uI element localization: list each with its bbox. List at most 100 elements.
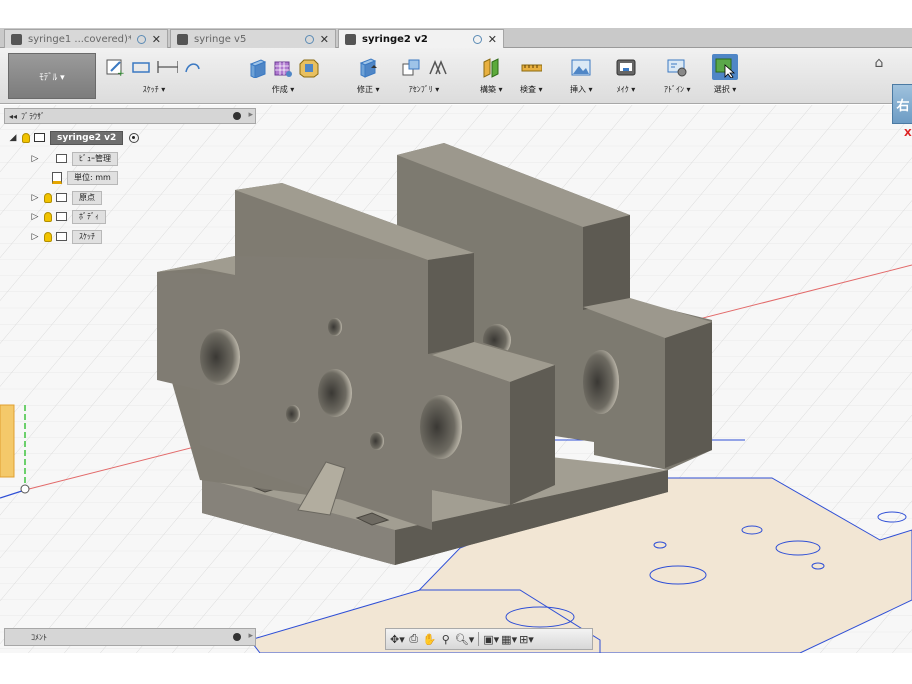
close-icon[interactable]: ✕: [320, 33, 329, 46]
screw-hole[interactable]: [286, 405, 300, 423]
pin-icon[interactable]: [233, 112, 241, 120]
make-group[interactable]: ﾒｲｸ ▾: [615, 52, 637, 95]
grid-icon[interactable]: ▦▾: [501, 631, 517, 647]
extrude-icon[interactable]: [246, 56, 268, 78]
panel-resize-icon[interactable]: ▸: [248, 110, 253, 120]
tree-item-label: 原点: [72, 190, 102, 205]
orbit-icon[interactable]: ✥▾: [390, 631, 405, 647]
create-group[interactable]: 作成 ▾: [246, 52, 320, 95]
window-top-area: [0, 0, 912, 28]
separator: [478, 632, 480, 646]
assemble-group-label: ｱｾﾝﾌﾞﾘ ▾: [408, 85, 440, 94]
3d-print-icon[interactable]: [615, 56, 637, 78]
tab-syringe2-v2[interactable]: syringe2 v2 ✕: [338, 29, 504, 48]
tree-item-bodies[interactable]: ▷ ﾎﾞﾃﾞｨ: [30, 209, 106, 224]
select-icon[interactable]: [712, 54, 738, 80]
select-group[interactable]: 選択 ▾: [712, 52, 738, 95]
modify-group-label: 修正 ▾: [357, 85, 380, 94]
collapse-icon[interactable]: ◂◂: [9, 112, 17, 121]
navigation-bar: ✥▾ ⎙ ✋ ⚲ 🔍︎▾ ▣▾ ▦▾ ⊞▾: [385, 628, 593, 650]
origin-point[interactable]: [20, 484, 30, 494]
tab-label: syringe v5: [194, 33, 247, 45]
sync-status-icon: [136, 34, 146, 44]
sketch-group-label: ｽｹｯﾁ ▾: [142, 85, 166, 94]
folder-icon: [56, 193, 67, 202]
measure-icon[interactable]: [520, 56, 543, 78]
folder-icon: [56, 232, 67, 241]
screw-hole[interactable]: [370, 432, 384, 450]
add-comment-icon[interactable]: [233, 633, 241, 641]
tree-item-label: ﾎﾞﾃﾞｨ: [72, 209, 106, 224]
origin-plane: [0, 404, 15, 478]
joint-icon[interactable]: [426, 56, 448, 78]
viewports-icon[interactable]: ⊞▾: [519, 631, 534, 647]
addins-group[interactable]: ｱﾄﾞｲﾝ ▾: [664, 52, 691, 95]
back-block-side: [665, 322, 712, 468]
folder-icon: [56, 212, 67, 221]
bore-hole[interactable]: [200, 329, 240, 385]
press-pull-icon[interactable]: [357, 56, 379, 78]
workspace-switcher[interactable]: ﾓﾃﾞﾙ ▾: [8, 53, 96, 99]
scripts-icon[interactable]: [666, 56, 688, 78]
expand-icon[interactable]: ▷: [30, 193, 40, 203]
insert-image-icon[interactable]: [570, 56, 592, 78]
tree-item-label: ｽｹｯﾁ: [72, 229, 102, 244]
look-at-icon[interactable]: ⎙: [407, 631, 421, 647]
home-icon[interactable]: ⌂: [870, 54, 888, 72]
visibility-bulb-icon[interactable]: [22, 132, 30, 143]
construct-group[interactable]: 構築 ▾: [480, 52, 503, 95]
document-icon: [345, 33, 356, 45]
bore-hole[interactable]: [420, 395, 462, 459]
bore-hole[interactable]: [583, 350, 619, 414]
insert-group-label: 挿入 ▾: [570, 85, 593, 94]
tree-root[interactable]: ◢ syringe2 v2: [8, 130, 140, 145]
visibility-bulb-icon[interactable]: [44, 231, 52, 242]
close-icon[interactable]: ✕: [488, 33, 497, 46]
tree-item-units[interactable]: 単位: mm: [52, 170, 118, 185]
assemble-group[interactable]: ｱｾﾝﾌﾞﾘ ▾: [400, 52, 448, 95]
activate-radio[interactable]: [129, 132, 140, 143]
expand-icon[interactable]: ▷: [30, 212, 40, 222]
inspect-group[interactable]: 検査 ▾: [520, 52, 543, 95]
model-scene[interactable]: [0, 105, 912, 653]
tab-syringe-v5[interactable]: syringe v5 ✕: [170, 29, 336, 48]
dimension-icon[interactable]: [156, 56, 178, 78]
tab-syringe1[interactable]: syringe1 ...covered)* ✕: [4, 29, 168, 48]
new-sketch-icon[interactable]: +: [104, 56, 126, 78]
new-component-icon[interactable]: [400, 56, 422, 78]
tab-label: syringe1 ...covered)*: [28, 33, 131, 45]
sculpt-icon[interactable]: [272, 56, 294, 78]
insert-solid-icon[interactable]: [298, 56, 320, 78]
tree-item-sketches[interactable]: ▷ ｽｹｯﾁ: [30, 229, 102, 244]
spline-icon[interactable]: [182, 56, 204, 78]
tree-item-label: ﾋﾞｭｰ管理: [72, 151, 118, 166]
close-icon[interactable]: ✕: [152, 33, 161, 46]
canvas-viewport[interactable]: [0, 105, 912, 653]
zoom-icon[interactable]: 🔍︎▾: [455, 631, 475, 647]
sketch-group[interactable]: + ｽｹｯﾁ ▾: [104, 52, 204, 95]
rectangle-icon[interactable]: [130, 56, 152, 78]
tree-item-label: 単位: mm: [67, 170, 118, 185]
bore-hole[interactable]: [318, 369, 352, 417]
construct-group-label: 構築 ▾: [480, 85, 503, 94]
tree-item-view-management[interactable]: ▷ ﾋﾞｭｰ管理: [30, 151, 118, 166]
pan-icon[interactable]: ✋: [423, 631, 437, 647]
panel-resize-icon[interactable]: ▸: [248, 631, 253, 641]
browser-panel-header[interactable]: ◂◂ ﾌﾞﾗｳｻﾞ ▸: [4, 108, 256, 124]
comments-panel[interactable]: ｺﾒﾝﾄ ▸: [4, 628, 256, 646]
display-settings-icon[interactable]: ▣▾: [483, 631, 499, 647]
tree-item-origin[interactable]: ▷ 原点: [30, 190, 102, 205]
expand-icon[interactable]: ▷: [30, 154, 40, 164]
screw-hole[interactable]: [328, 318, 342, 336]
plane-icon[interactable]: [480, 56, 502, 78]
viewcube[interactable]: 右: [892, 84, 912, 124]
document-icon: [177, 33, 188, 45]
expand-icon[interactable]: ▷: [30, 232, 40, 242]
visibility-bulb-icon[interactable]: [44, 192, 52, 203]
insert-group[interactable]: 挿入 ▾: [570, 52, 593, 95]
front-block-side: [510, 365, 555, 505]
expand-icon[interactable]: ◢: [8, 133, 18, 143]
zoom-window-icon[interactable]: ⚲: [439, 631, 453, 647]
modify-group[interactable]: 修正 ▾: [357, 52, 380, 95]
visibility-bulb-icon[interactable]: [44, 211, 52, 222]
